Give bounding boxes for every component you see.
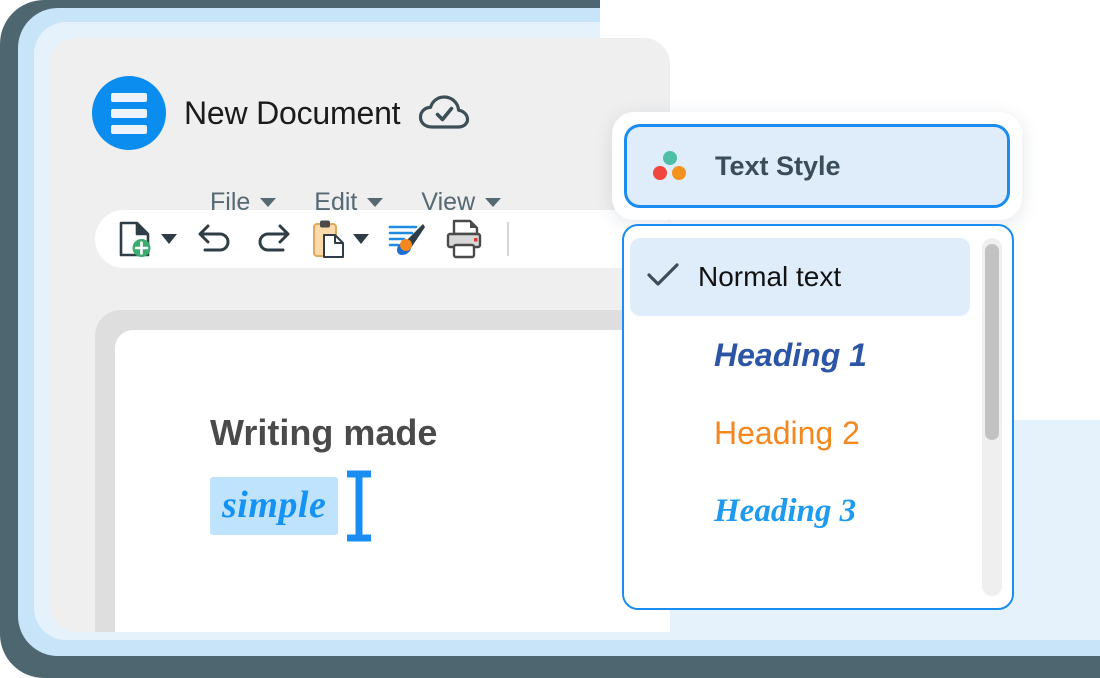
app-window: New Document File Edit View Writing made… (50, 38, 675, 632)
dropdown-item-heading-3[interactable]: Heading 3 (624, 472, 976, 550)
dropdown-item-heading-1[interactable]: Heading 1 (624, 316, 976, 394)
dropdown-item-heading-2[interactable]: Heading 2 (624, 394, 976, 472)
text-style-button-shell: Text Style (612, 112, 1022, 220)
three-dots-palette-icon (653, 151, 687, 181)
new-document-button[interactable] (117, 219, 177, 259)
document-selected-word: simple (222, 484, 327, 526)
dropdown-item-normal-text[interactable]: Normal text (630, 238, 970, 316)
chevron-down-icon (161, 234, 177, 244)
title-row: New Document (92, 76, 470, 150)
dropdown-list: Normal text Heading 1 Heading 2 Heading … (624, 226, 976, 608)
format-paint-brush-icon (388, 224, 425, 255)
text-selection-highlight: simple (210, 477, 339, 535)
text-style-dropdown: Normal text Heading 1 Heading 2 Heading … (622, 224, 1014, 610)
clipboard-paste-icon (313, 220, 344, 258)
hamburger-logo-icon[interactable] (92, 76, 166, 150)
dropdown-item-label: Heading 1 (714, 336, 867, 373)
format-paint-button[interactable] (387, 220, 427, 258)
print-button[interactable] (445, 219, 483, 259)
document-selected-line: simple (210, 470, 376, 542)
chevron-down-icon (485, 198, 502, 207)
dropdown-scrollbar[interactable] (982, 238, 1002, 596)
chevron-down-icon (353, 234, 369, 244)
cloud-check-icon (419, 95, 470, 129)
document-heading-line: Writing made (210, 412, 438, 453)
check-icon (646, 262, 698, 293)
toolbar-divider (507, 222, 509, 256)
dropdown-item-label: Heading 2 (714, 414, 860, 451)
document-page[interactable]: Writing made simple (115, 330, 670, 632)
page-title: New Document (184, 94, 401, 131)
text-style-button[interactable]: Text Style (624, 124, 1010, 208)
document-canvas: Writing made simple (95, 310, 670, 632)
dropdown-scrollbar-thumb[interactable] (985, 244, 999, 440)
dropdown-item-label: Heading 3 (714, 492, 857, 529)
chevron-down-icon (367, 198, 384, 207)
redo-button[interactable] (253, 222, 293, 256)
text-ibeam-cursor-icon (347, 470, 372, 542)
new-document-icon (119, 221, 151, 257)
redo-icon (258, 224, 290, 252)
paste-button[interactable] (311, 219, 369, 259)
dropdown-item-label: Normal text (698, 261, 842, 292)
screenshot-root: New Document File Edit View Writing made… (0, 0, 1100, 678)
chevron-down-icon (260, 198, 277, 207)
printer-icon (446, 219, 482, 259)
toolbar (95, 210, 675, 268)
undo-button[interactable] (195, 222, 235, 256)
text-style-button-label: Text Style (715, 150, 841, 181)
undo-icon (198, 224, 230, 252)
